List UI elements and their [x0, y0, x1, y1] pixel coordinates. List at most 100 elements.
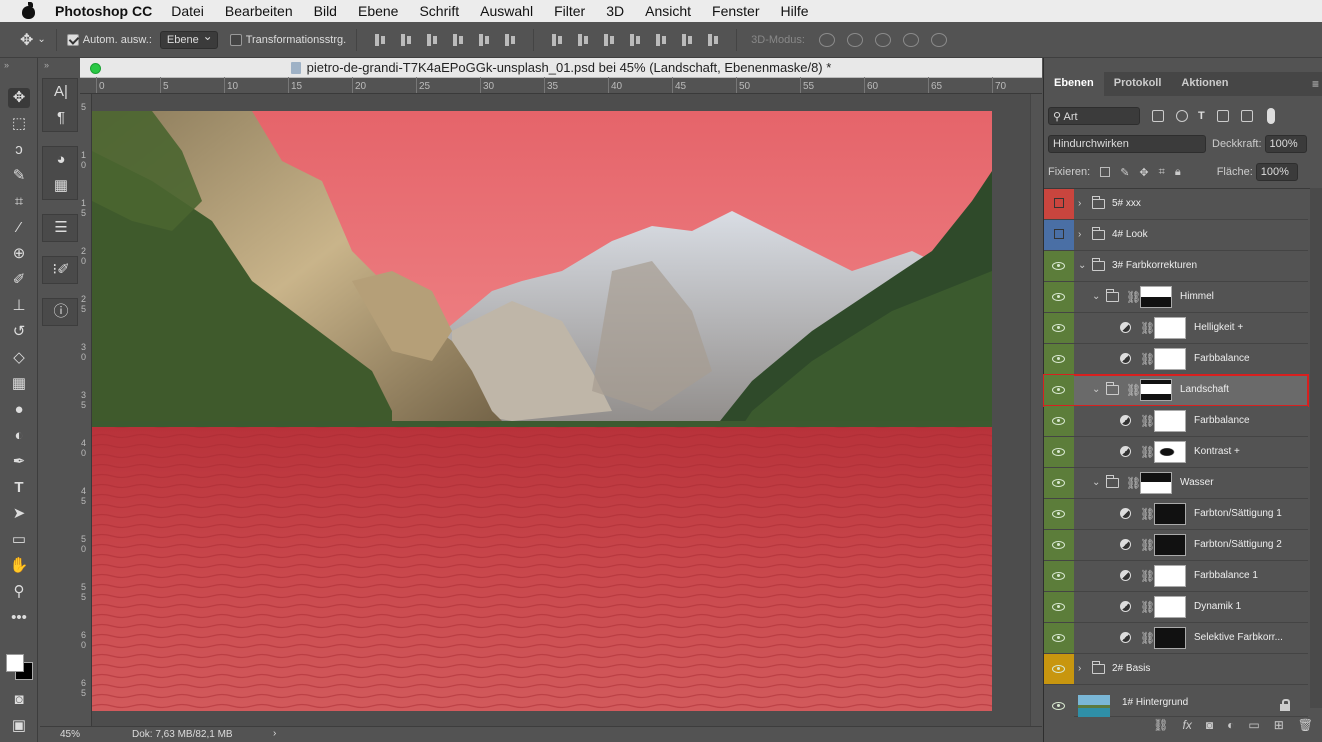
collapse-icon[interactable]: »	[44, 60, 49, 70]
path-select-icon[interactable]: ➤	[8, 504, 30, 524]
menu-bild[interactable]: Bild	[314, 3, 337, 19]
visibility-toggle[interactable]	[1044, 623, 1074, 653]
zoom-level[interactable]: 45%	[60, 729, 80, 740]
visibility-toggle[interactable]	[1044, 282, 1074, 312]
menu-filter[interactable]: Filter	[554, 3, 585, 19]
visibility-toggle[interactable]	[1044, 437, 1074, 467]
layer-row[interactable]: ⛓ Dynamik 1	[1044, 592, 1308, 623]
layer-name[interactable]: Farbton/Sättigung 1	[1194, 508, 1282, 519]
layer-row[interactable]: ⛓ Farbbalance	[1044, 344, 1308, 375]
roll-3d-icon[interactable]	[846, 32, 863, 47]
tab-protokoll[interactable]: Protokoll	[1104, 72, 1172, 96]
layer-row[interactable]: ⛓ Farbbalance 1	[1044, 561, 1308, 592]
filter-pixel-icon[interactable]	[1152, 110, 1164, 122]
foreground-color[interactable]	[6, 654, 24, 672]
layer-name[interactable]: 3# Farbkorrekturen	[1112, 260, 1197, 271]
lock-artboard-icon[interactable]: ⌗	[1159, 166, 1165, 179]
opacity-input[interactable]: 100%	[1264, 135, 1307, 153]
menu-hilfe[interactable]: Hilfe	[781, 3, 809, 19]
tab-aktionen[interactable]: Aktionen	[1171, 72, 1238, 96]
mask-link-icon[interactable]: ⛓	[1140, 631, 1155, 645]
filter-type-icon[interactable]: T	[1198, 110, 1205, 122]
layer-mask-thumbnail[interactable]	[1154, 596, 1186, 618]
layer-row[interactable]: › 5# xxx	[1044, 189, 1308, 220]
visibility-toggle[interactable]	[1044, 592, 1074, 622]
layer-mask-thumbnail[interactable]	[1140, 286, 1172, 308]
color-swatches[interactable]	[6, 654, 36, 682]
layer-row[interactable]: ⛓ Farbton/Sättigung 2	[1044, 530, 1308, 561]
layer-name[interactable]: 1# Hintergrund	[1122, 697, 1188, 708]
filter-smart-object-icon[interactable]	[1240, 110, 1253, 122]
layer-name[interactable]: 2# Basis	[1112, 663, 1150, 674]
history-brush-icon[interactable]: ↺	[8, 322, 30, 342]
visibility-toggle[interactable]	[1044, 344, 1074, 374]
layer-mask-thumbnail[interactable]	[1154, 503, 1186, 525]
layer-name[interactable]: Kontrast +	[1194, 446, 1240, 457]
align-left-icon[interactable]	[451, 33, 465, 47]
lock-transparent-icon[interactable]	[1100, 167, 1111, 177]
horizontal-ruler[interactable]: 0 5 10 15 20 25 30 35 40 45 50 55 60 65 70	[92, 77, 1042, 94]
color-icon[interactable]: ◕	[43, 147, 79, 173]
blur-icon[interactable]: ●	[8, 400, 30, 420]
lock-position-icon[interactable]: ✥	[1139, 166, 1148, 179]
menu-ansicht[interactable]: Ansicht	[645, 3, 691, 19]
filter-adjustment-icon[interactable]	[1176, 110, 1188, 122]
expand-icon[interactable]: ›	[1078, 229, 1081, 240]
info-icon[interactable]: ⓘ	[43, 299, 79, 325]
layer-name[interactable]: Farbbalance	[1194, 415, 1250, 426]
visibility-toggle[interactable]	[1044, 406, 1074, 436]
visibility-toggle[interactable]	[1044, 561, 1074, 591]
filter-kind-dropdown[interactable]: ⚲ Art	[1048, 107, 1140, 125]
visibility-toggle[interactable]	[1044, 499, 1074, 529]
tab-ebenen[interactable]: Ebenen	[1044, 72, 1104, 96]
slide-3d-icon[interactable]	[902, 32, 919, 47]
layer-row[interactable]: › 2# Basis	[1044, 654, 1308, 685]
type-icon[interactable]: T	[8, 478, 30, 498]
screen-mode-icon[interactable]: ▣	[8, 716, 30, 736]
layer-name[interactable]: Helligkeit +	[1194, 322, 1243, 333]
layer-row[interactable]: ⛓ Farbbalance	[1044, 406, 1308, 437]
paragraph-icon[interactable]: ¶	[43, 105, 79, 131]
quick-mask-icon[interactable]: ◙	[8, 690, 30, 710]
distribute-top-icon[interactable]	[550, 33, 564, 47]
collapse-icon[interactable]: »	[4, 60, 9, 70]
collapse-icon[interactable]: ⌄	[1092, 384, 1100, 395]
mask-link-icon[interactable]: ⛓	[1140, 414, 1155, 428]
visibility-toggle[interactable]	[1044, 375, 1074, 405]
layer-mask-thumbnail[interactable]	[1154, 627, 1186, 649]
trash-icon[interactable]: 🗑︎	[1298, 718, 1313, 732]
document-image[interactable]	[92, 111, 992, 711]
pen-icon[interactable]: ✒	[8, 452, 30, 472]
distribute-hcenter-icon[interactable]	[654, 33, 668, 47]
layer-row[interactable]: ⛓ Farbton/Sättigung 1	[1044, 499, 1308, 530]
canvas-area[interactable]	[92, 94, 1030, 726]
distribute-left-icon[interactable]	[628, 33, 642, 47]
fx-icon[interactable]: fx	[1183, 718, 1192, 732]
dodge-icon[interactable]: ◐	[8, 426, 30, 446]
layer-mask-thumbnail[interactable]	[1154, 348, 1186, 370]
zoom-icon[interactable]: ⚲	[8, 582, 30, 602]
distribute-right-icon[interactable]	[680, 33, 694, 47]
mask-link-icon[interactable]: ⛓	[1140, 538, 1155, 552]
pan-3d-icon[interactable]	[874, 32, 891, 47]
ruler-origin[interactable]	[80, 78, 92, 94]
hand-icon[interactable]: ✋	[8, 556, 30, 576]
mask-link-icon[interactable]: ⛓	[1126, 383, 1141, 397]
visibility-toggle[interactable]	[1044, 654, 1074, 684]
visibility-toggle[interactable]	[1044, 530, 1074, 560]
lock-pixels-icon[interactable]: ✎	[1120, 166, 1129, 179]
layer-row[interactable]: ⌄ ⛓ Landschaft	[1043, 374, 1309, 407]
menu-3d[interactable]: 3D	[606, 3, 624, 19]
menu-auswahl[interactable]: Auswahl	[480, 3, 533, 19]
layer-mask-thumbnail[interactable]	[1140, 472, 1172, 494]
auto-select-checkbox[interactable]	[66, 33, 79, 46]
layer-mask-thumbnail[interactable]	[1140, 379, 1172, 401]
vertical-scrollbar[interactable]	[1030, 94, 1042, 726]
layer-mask-thumbnail[interactable]	[1154, 534, 1186, 556]
auto-select-dropdown[interactable]: Ebene	[159, 29, 218, 49]
layer-name[interactable]: Himmel	[1180, 291, 1214, 302]
character-icon[interactable]: A|	[43, 79, 79, 105]
layer-name[interactable]: 4# Look	[1112, 229, 1148, 240]
layer-mask-thumbnail[interactable]	[1154, 565, 1186, 587]
layer-name[interactable]: Dynamik 1	[1194, 601, 1241, 612]
